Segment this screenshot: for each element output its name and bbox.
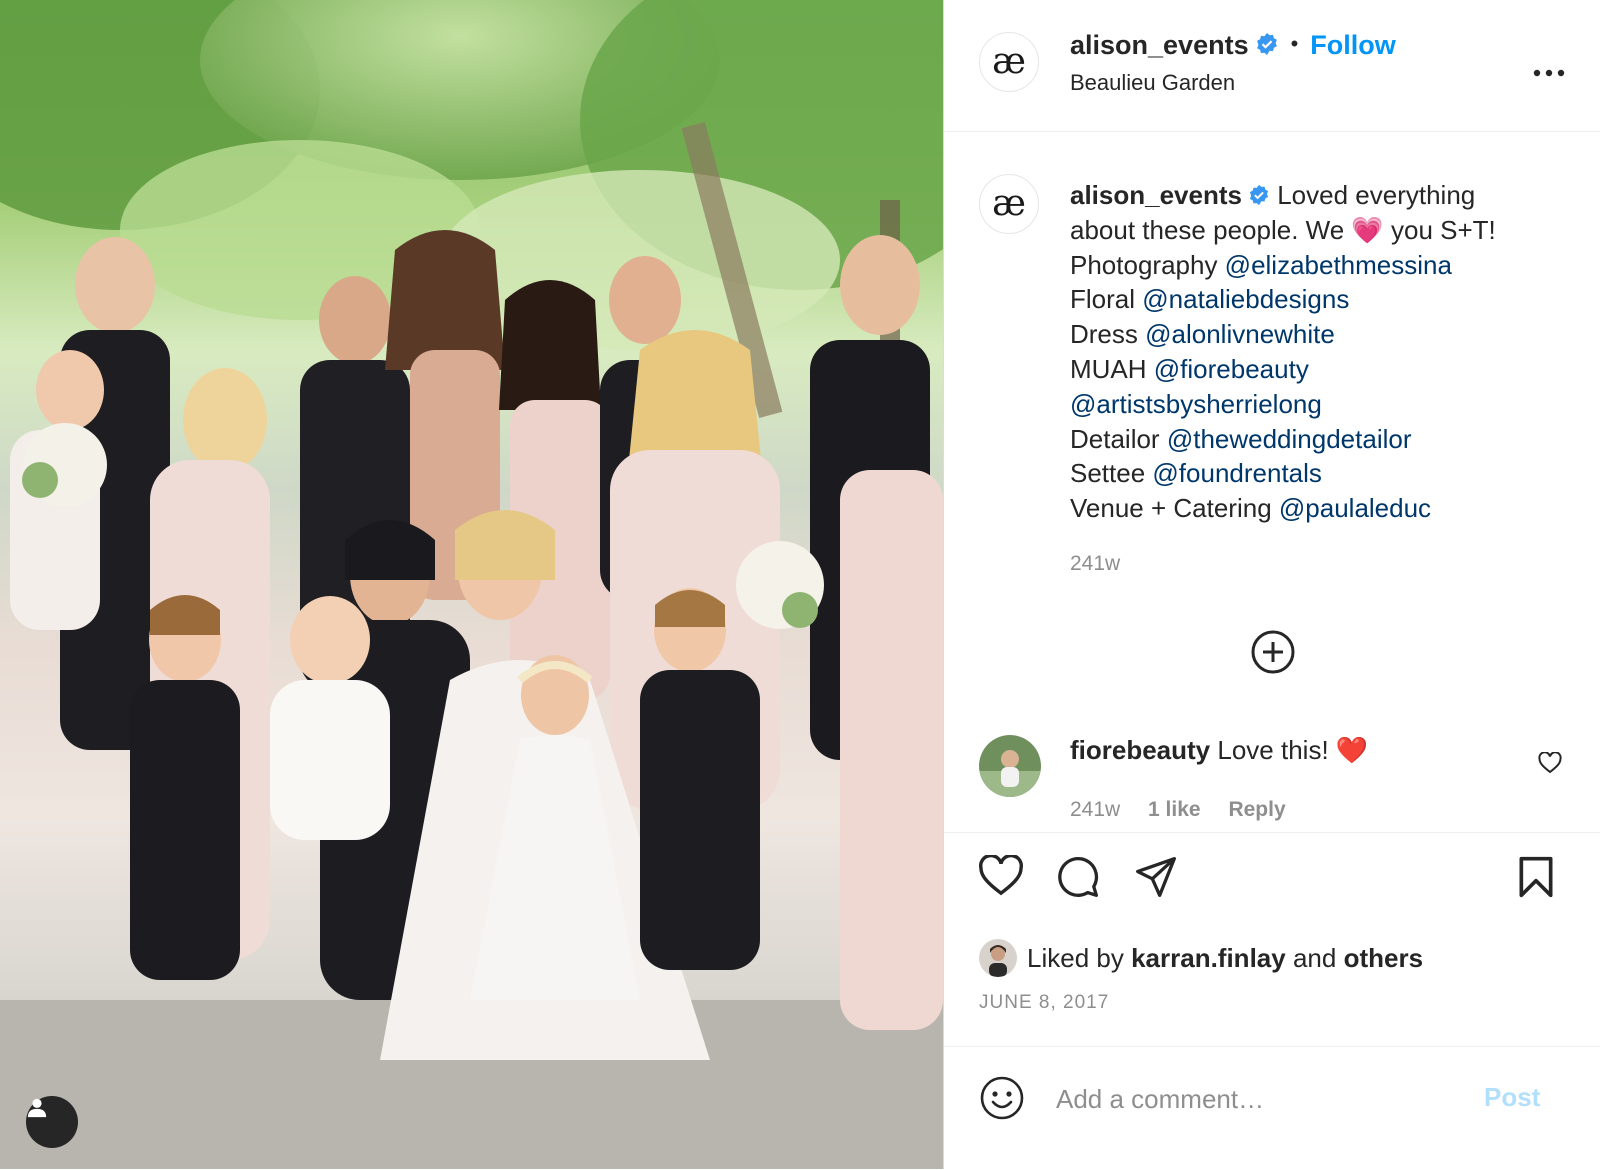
liker-username[interactable]: karran.finlay (1131, 943, 1286, 974)
caption-line-0: alison_events Loved everything (1070, 178, 1570, 213)
caption-line-9: Venue + Catering @paulaleduc (1070, 491, 1570, 526)
caption-line-5: MUAH @fiorebeauty (1070, 352, 1570, 387)
avatar-logo: æ (992, 41, 1026, 82)
heart-icon (979, 853, 1023, 896)
caption-text: Venue + Catering (1070, 493, 1279, 524)
account-avatar[interactable]: æ (979, 32, 1039, 92)
mention-link[interactable]: @artistsbysherrielong (1070, 389, 1322, 419)
caption-line-6: @artistsbysherrielong (1070, 387, 1570, 422)
mention-link[interactable]: @theweddingdetailor (1167, 424, 1412, 454)
post-sidebar: æ alison_events • Follow Beaulieu Garden æ… (943, 0, 1600, 1169)
tag-people-button[interactable] (26, 1096, 78, 1148)
mention-link[interactable]: @elizabethmessina (1225, 250, 1452, 280)
caption-line-7: Detailor @theweddingdetailor (1070, 422, 1570, 457)
caption-timestamp[interactable]: 241w (1070, 552, 1120, 576)
mention-link[interactable]: @nataliebdesigns (1142, 284, 1349, 314)
post-date[interactable]: JUNE 8, 2017 (979, 992, 1109, 1014)
liked-by-and: and (1292, 942, 1337, 973)
caption-text: about these people. We 💗 you S+T! (1070, 214, 1496, 245)
caption-avatar[interactable]: æ (979, 174, 1039, 234)
mention-link[interactable]: @fiorebeauty (1154, 354, 1309, 384)
header-separator: • (1290, 31, 1299, 56)
mention-link[interactable]: @paulaleduc (1279, 493, 1431, 523)
caption-username[interactable]: alison_events (1070, 180, 1242, 210)
header-username-row: alison_events • Follow (1070, 30, 1396, 61)
location-link[interactable]: Beaulieu Garden (1070, 70, 1235, 96)
load-more-comments-button[interactable] (1250, 629, 1296, 675)
save-button[interactable] (1516, 855, 1556, 904)
liked-by-prefix: Liked by (1027, 942, 1124, 973)
mention-link[interactable]: @foundrentals (1152, 458, 1322, 488)
follow-button[interactable]: Follow (1310, 30, 1395, 60)
post-comment-button[interactable]: Post (1484, 1082, 1540, 1113)
comment-timestamp[interactable]: 241w (1070, 798, 1120, 821)
caption-text: Photography (1070, 249, 1225, 280)
emoji-button[interactable] (979, 1075, 1025, 1126)
post-header: æ alison_events • Follow Beaulieu Garden (944, 0, 1600, 132)
like-button[interactable] (978, 853, 1024, 902)
comment-text: Love this! ❤️ (1217, 735, 1369, 765)
comment-body: fiorebeauty Love this! ❤️ (1070, 735, 1368, 766)
caption-text: Loved everything (1277, 180, 1476, 210)
post-caption: alison_events Loved everything about the… (1070, 178, 1570, 526)
more-options-button[interactable] (1533, 52, 1565, 84)
commenter-username[interactable]: fiorebeauty (1070, 735, 1210, 765)
verified-badge-icon (1249, 184, 1269, 206)
caption-line-8: Settee @foundrentals (1070, 456, 1570, 491)
comment-button[interactable] (1056, 855, 1100, 904)
paper-plane-icon (1136, 857, 1176, 897)
post-photo[interactable] (0, 0, 943, 1169)
header-username[interactable]: alison_events (1070, 30, 1249, 60)
commenter-photo (979, 735, 1041, 797)
commenter-avatar[interactable] (979, 735, 1041, 797)
mention-link[interactable]: @alonlivnewhite (1145, 319, 1335, 349)
caption-text: Settee (1070, 458, 1153, 489)
caption-line-4: Dress @alonlivnewhite (1070, 317, 1570, 352)
caption-text: Detailor (1070, 423, 1167, 454)
comment-like-button[interactable] (1538, 751, 1562, 779)
verified-badge-icon (1256, 33, 1277, 55)
comment-meta: 241w 1 like Reply (1070, 798, 1308, 822)
caption-text: Floral (1070, 284, 1143, 315)
caption-line-1: about these people. We 💗 you S+T! (1070, 213, 1570, 248)
post-actions (944, 832, 1600, 933)
speech-bubble-icon (1058, 856, 1099, 897)
plus-circle-icon (1251, 630, 1295, 674)
bookmark-icon (1519, 856, 1553, 898)
reply-button[interactable]: Reply (1228, 798, 1285, 821)
comment-input[interactable] (1054, 1074, 1478, 1124)
more-options-icon (1533, 69, 1565, 77)
avatar-logo: æ (992, 183, 1026, 224)
post-container: æ alison_events • Follow Beaulieu Garden æ… (0, 0, 1600, 1169)
user-tag-icon (27, 1098, 47, 1118)
caption-line-2: Photography @elizabethmessina (1070, 248, 1570, 283)
share-button[interactable] (1134, 855, 1178, 904)
caption-text: MUAH (1070, 353, 1154, 384)
wedding-photo-illustration (0, 0, 943, 1169)
caption-line-3: Floral @nataliebdesigns (1070, 282, 1570, 317)
comment-like-count[interactable]: 1 like (1148, 798, 1201, 821)
liker-photo (979, 939, 1017, 977)
liker-avatar[interactable] (979, 939, 1017, 977)
likes-others-link[interactable]: others (1344, 943, 1423, 974)
caption-text: Dress (1070, 319, 1146, 350)
smiley-icon (980, 1076, 1024, 1120)
likes-summary: Liked by karran.finlay and others (979, 938, 1423, 978)
heart-icon (1538, 751, 1562, 774)
